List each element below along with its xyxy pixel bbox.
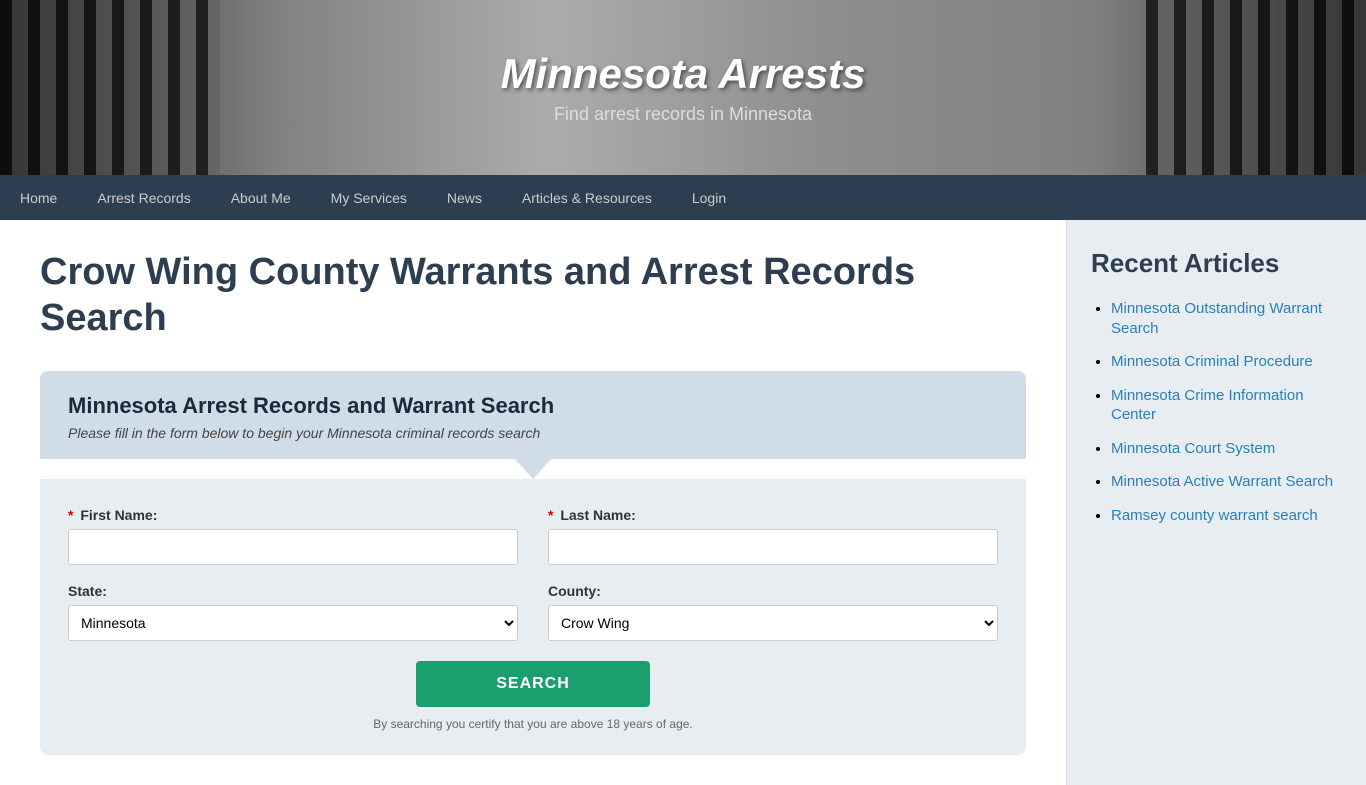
list-item: Minnesota Crime Information Center xyxy=(1111,386,1342,425)
site-title: Minnesota Arrests xyxy=(501,50,866,98)
last-name-input[interactable] xyxy=(548,529,998,565)
site-subtitle: Find arrest records in Minnesota xyxy=(501,104,866,125)
form-note: By searching you certify that you are ab… xyxy=(68,717,998,731)
recent-articles-list: Minnesota Outstanding Warrant Search Min… xyxy=(1091,299,1342,525)
state-label: State: xyxy=(68,583,518,599)
first-name-label: * First Name: xyxy=(68,507,518,523)
search-box-heading: Minnesota Arrest Records and Warrant Sea… xyxy=(68,393,998,419)
sidebar: Recent Articles Minnesota Outstanding Wa… xyxy=(1066,220,1366,785)
article-link-5[interactable]: Minnesota Active Warrant Search xyxy=(1111,473,1333,490)
county-label: County: xyxy=(548,583,998,599)
header-bars-right xyxy=(1146,0,1366,175)
article-link-4[interactable]: Minnesota Court System xyxy=(1111,440,1275,457)
search-form-container: * First Name: * Last Name: State: xyxy=(40,479,1026,755)
header-bars-left xyxy=(0,0,220,175)
search-btn-wrapper: SEARCH xyxy=(68,661,998,707)
location-row: State: Minnesota County: Crow Wing xyxy=(68,583,998,641)
state-select[interactable]: Minnesota xyxy=(68,605,518,641)
nav-item-news[interactable]: News xyxy=(427,175,502,220)
sidebar-heading: Recent Articles xyxy=(1091,248,1342,279)
content-wrapper: Crow Wing County Warrants and Arrest Rec… xyxy=(0,220,1366,785)
article-link-1[interactable]: Minnesota Outstanding Warrant Search xyxy=(1111,300,1322,337)
nav-item-about-me[interactable]: About Me xyxy=(211,175,311,220)
article-link-2[interactable]: Minnesota Criminal Procedure xyxy=(1111,353,1313,370)
county-select[interactable]: Crow Wing xyxy=(548,605,998,641)
first-name-group: * First Name: xyxy=(68,507,518,565)
article-link-6[interactable]: Ramsey county warrant search xyxy=(1111,507,1318,524)
main-nav: Home Arrest Records About Me My Services… xyxy=(0,175,1366,220)
list-item: Ramsey county warrant search xyxy=(1111,506,1342,526)
article-link-3[interactable]: Minnesota Crime Information Center xyxy=(1111,387,1304,424)
last-name-required: * xyxy=(548,507,553,523)
first-name-required: * xyxy=(68,507,73,523)
list-item: Minnesota Active Warrant Search xyxy=(1111,472,1342,492)
nav-item-arrest-records[interactable]: Arrest Records xyxy=(77,175,210,220)
header-content: Minnesota Arrests Find arrest records in… xyxy=(501,50,866,125)
list-item: Minnesota Criminal Procedure xyxy=(1111,352,1342,372)
nav-item-articles[interactable]: Articles & Resources xyxy=(502,175,672,220)
last-name-group: * Last Name: xyxy=(548,507,998,565)
last-name-label: * Last Name: xyxy=(548,507,998,523)
search-button[interactable]: SEARCH xyxy=(416,661,650,707)
list-item: Minnesota Court System xyxy=(1111,439,1342,459)
search-box-subheading: Please fill in the form below to begin y… xyxy=(68,425,998,441)
name-row: * First Name: * Last Name: xyxy=(68,507,998,565)
nav-item-login[interactable]: Login xyxy=(672,175,746,220)
county-group: County: Crow Wing xyxy=(548,583,998,641)
first-name-input[interactable] xyxy=(68,529,518,565)
nav-item-services[interactable]: My Services xyxy=(311,175,427,220)
search-box-header: Minnesota Arrest Records and Warrant Sea… xyxy=(40,371,1026,459)
main-content: Crow Wing County Warrants and Arrest Rec… xyxy=(0,220,1066,785)
state-group: State: Minnesota xyxy=(68,583,518,641)
arrow-down-decoration xyxy=(515,459,551,479)
site-header: Minnesota Arrests Find arrest records in… xyxy=(0,0,1366,175)
page-title: Crow Wing County Warrants and Arrest Rec… xyxy=(40,250,1026,341)
nav-item-home[interactable]: Home xyxy=(0,175,77,220)
list-item: Minnesota Outstanding Warrant Search xyxy=(1111,299,1342,338)
